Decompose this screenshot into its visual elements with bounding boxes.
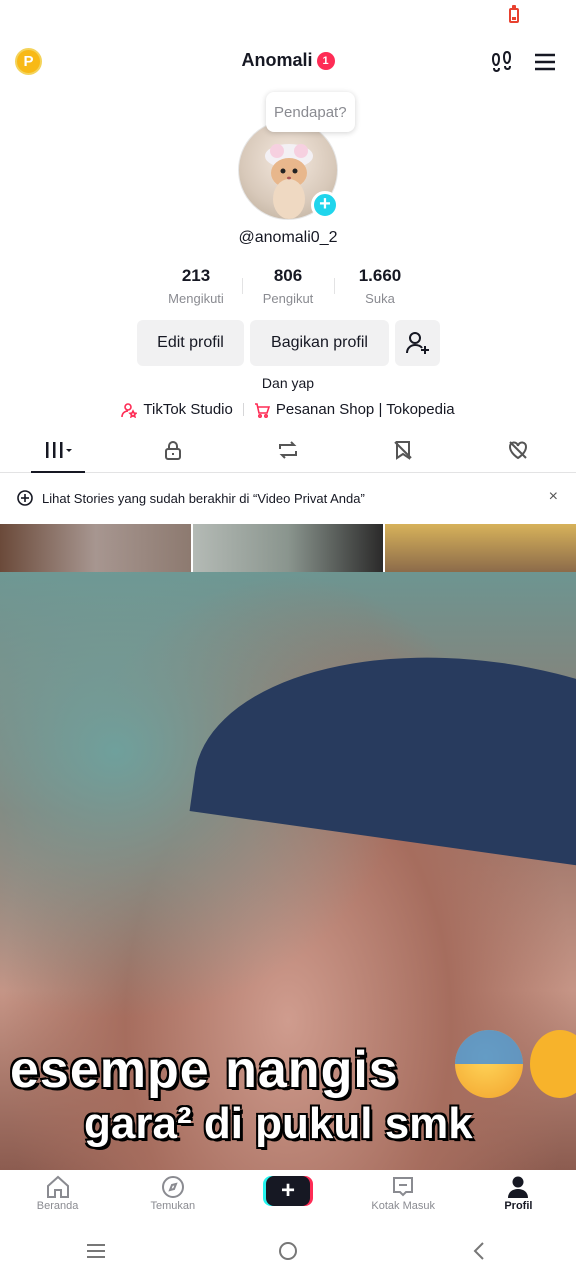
add-story-button[interactable]: + xyxy=(311,191,339,219)
tiktok-studio-link[interactable]: TikTok Studio xyxy=(143,401,232,418)
tab-videos[interactable] xyxy=(0,428,115,473)
video-grid xyxy=(0,524,576,572)
home-circle-icon[interactable] xyxy=(277,1240,299,1262)
battery-icon xyxy=(509,5,519,23)
home-icon xyxy=(46,1175,69,1198)
share-profile-button[interactable]: Bagikan profil xyxy=(250,320,389,366)
system-nav-bar xyxy=(0,1222,576,1280)
stat-label: Suka xyxy=(365,291,395,306)
profile-icon xyxy=(508,1176,529,1198)
footprint-icon[interactable] xyxy=(490,50,514,74)
nav-home[interactable]: Beranda xyxy=(0,1170,115,1220)
stat-likes[interactable]: 1.660 Suka xyxy=(334,266,426,310)
profile-links: TikTok Studio Pesanan Shop | Tokopedia xyxy=(0,401,576,418)
stat-label: Pengikut xyxy=(262,291,314,306)
stories-icon xyxy=(17,490,33,506)
tab-saved[interactable] xyxy=(346,428,461,472)
compass-icon xyxy=(161,1176,184,1198)
nav-discover[interactable]: Temukan xyxy=(115,1170,230,1220)
repost-icon xyxy=(279,441,297,459)
recents-icon[interactable] xyxy=(85,1242,107,1260)
video-thumbnail[interactable] xyxy=(192,524,384,572)
video-caption-line2: gara² di pukul smk xyxy=(84,1099,473,1148)
add-friend-button[interactable] xyxy=(395,320,440,366)
status-bar xyxy=(0,0,576,34)
stat-following[interactable]: 213 Mengikuti xyxy=(150,266,242,310)
create-button[interactable]: + xyxy=(266,1176,310,1206)
tab-liked[interactable] xyxy=(461,428,576,472)
stats-row: 213 Mengikuti 806 Pengikut 1.660 Suka xyxy=(150,266,426,310)
video-preview[interactable]: esempe nangis gara² di pukul smk xyxy=(0,572,576,1170)
stat-value: 806 xyxy=(273,266,303,285)
video-thumbnail[interactable] xyxy=(0,524,191,572)
shop-orders-link[interactable]: Pesanan Shop | Tokopedia xyxy=(276,401,455,418)
profile-actions: Edit profil Bagikan profil xyxy=(137,320,440,366)
nav-label: Profil xyxy=(504,1200,533,1212)
grid-icon xyxy=(45,442,72,458)
video-caption-line1: esempe nangis xyxy=(10,1041,399,1099)
nav-profile[interactable]: Profil xyxy=(461,1170,576,1220)
avatar-container[interactable]: + xyxy=(238,120,340,222)
tab-private[interactable] xyxy=(115,428,230,472)
page-title[interactable]: Anomali xyxy=(241,50,312,71)
menu-icon[interactable] xyxy=(534,52,556,72)
nav-inbox[interactable]: Kotak Masuk xyxy=(346,1170,461,1220)
bottom-nav: Beranda Temukan + Kotak Masuk Profil xyxy=(0,1170,576,1220)
tab-reposts[interactable] xyxy=(230,428,345,472)
opinion-bubble[interactable]: Pendapat? xyxy=(266,92,355,132)
crying-emoji-icon xyxy=(530,1030,576,1098)
close-icon[interactable]: × xyxy=(549,488,558,506)
nav-label: Beranda xyxy=(36,1200,79,1212)
cart-icon xyxy=(254,402,270,418)
edit-profile-button[interactable]: Edit profil xyxy=(137,320,244,366)
inbox-icon xyxy=(393,1177,414,1197)
top-bar: P Anomali 1 xyxy=(0,40,576,84)
nav-create[interactable]: + xyxy=(230,1170,345,1220)
notice-text: Lihat Stories yang sudah berakhir di “Vi… xyxy=(42,490,365,506)
studio-icon xyxy=(121,402,138,418)
lock-icon xyxy=(164,441,181,460)
stat-value: 1.660 xyxy=(358,266,402,285)
content-tabs xyxy=(0,428,576,473)
video-thumbnail[interactable] xyxy=(385,524,576,572)
stat-followers[interactable]: 806 Pengikut xyxy=(242,266,334,310)
stat-label: Mengikuti xyxy=(168,291,224,306)
link-divider xyxy=(242,403,244,416)
nav-label: Kotak Masuk xyxy=(371,1200,435,1212)
notification-badge: 1 xyxy=(316,51,335,70)
stories-notice[interactable]: Lihat Stories yang sudah berakhir di “Vi… xyxy=(0,474,576,522)
back-icon[interactable] xyxy=(469,1240,491,1262)
stat-value: 213 xyxy=(181,266,211,285)
bio-text: Dan yap xyxy=(261,375,315,391)
bookmark-hidden-icon xyxy=(394,441,412,460)
nav-label: Temukan xyxy=(150,1200,196,1212)
anxious-emoji-icon xyxy=(455,1030,523,1098)
heart-hidden-icon xyxy=(509,441,528,460)
username: @anomali0_2 xyxy=(238,229,338,246)
cap-shape xyxy=(189,622,576,892)
add-user-icon xyxy=(405,332,429,354)
